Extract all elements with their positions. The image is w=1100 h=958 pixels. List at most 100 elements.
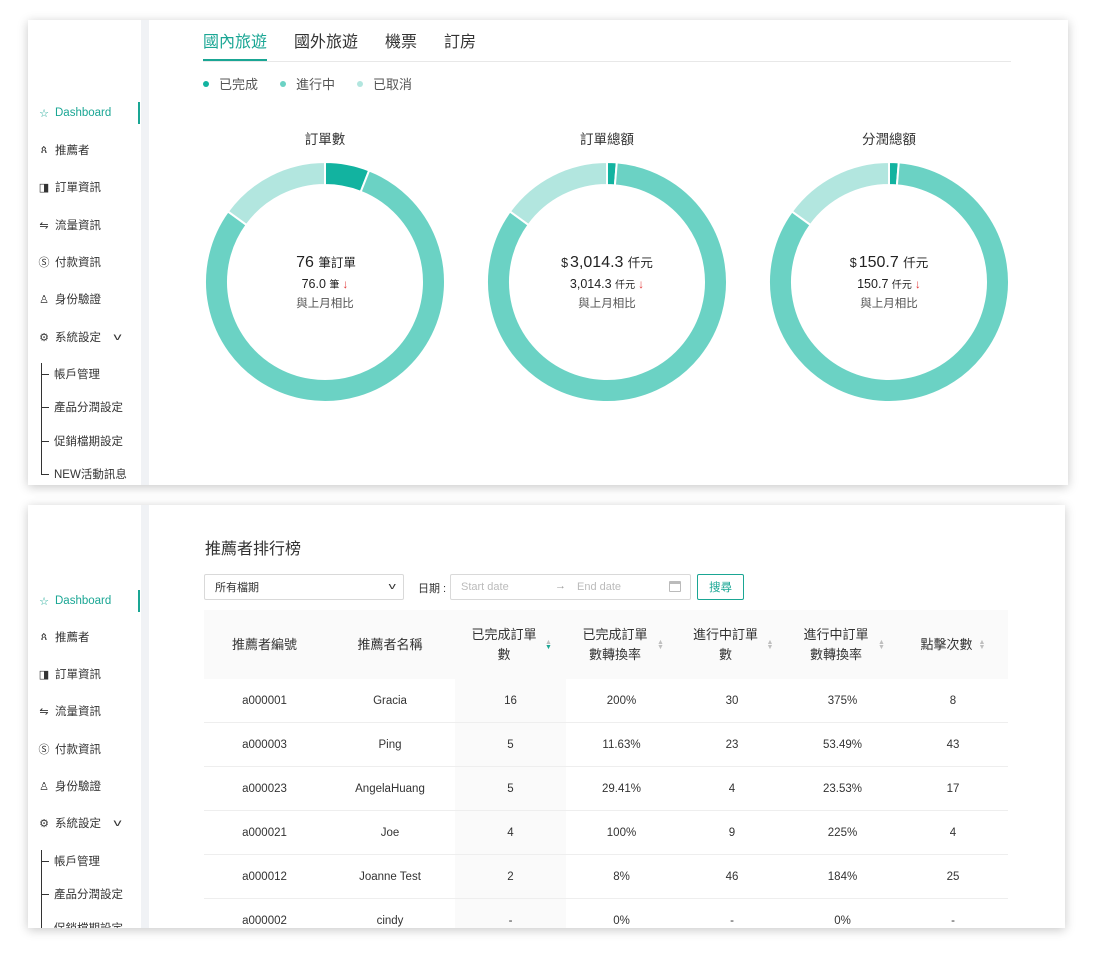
cell-in-progress-orders: - — [730, 914, 734, 927]
calendar-icon[interactable] — [669, 581, 681, 592]
tab-domestic-travel[interactable]: 國內旅遊 — [203, 28, 268, 61]
sidebar-item-verification[interactable]: ♙ 身份驗證 — [36, 288, 101, 310]
cell-in-progress-conversion: 225% — [827, 826, 858, 839]
swap-icon: ⇋ — [39, 219, 49, 232]
sub-item-promo-settings[interactable]: 促銷檔期設定 — [41, 431, 123, 451]
sub-item-accounts[interactable]: 帳戶管理 — [41, 364, 100, 384]
sidebar-item-payments[interactable]: Ⓢ 付款資訊 — [36, 251, 102, 273]
cell-in-progress-orders: 9 — [728, 826, 736, 839]
legend-item-in-progress: 進行中 — [280, 74, 335, 93]
sidebar: ☆ Dashboard ጰ 推薦者 ◨ 訂單資訊 ⇋ 流量資訊 Ⓢ 付款資訊 ♙ 身份驗證 … — [28, 505, 141, 928]
cell-clicks: - — [951, 914, 955, 927]
sidebar-item-settings[interactable]: ⚙ 系統設定 v — [36, 326, 122, 348]
user-icon: ♙ — [39, 293, 49, 306]
table-body: a000001 Gracia 16 200% 30 375% 8 a000003 Ping 5 11… — [204, 679, 1008, 928]
table-row: a000002 cindy - 0% - 0% - — [204, 899, 1008, 928]
sidebar-item-dashboard[interactable]: ☆ Dashboard — [36, 102, 111, 124]
sidebar-item-verification[interactable]: ♙ 身份驗證 — [36, 775, 101, 797]
segment-cancelled[interactable] — [226, 160, 326, 227]
cell-completed-orders: - — [508, 914, 513, 927]
column-header-completed-conversion[interactable]: 已完成訂單數轉換率 ▲ ▼ — [566, 610, 677, 679]
table-row: a000023 AngelaHuang 5 29.41% 4 23.53% 17 — [204, 767, 1008, 811]
cell-referrer-name: Joanne Test — [359, 870, 421, 883]
cell-referrer-name: cindy — [376, 914, 404, 927]
chevron-down-icon: v — [113, 331, 122, 343]
sidebar-divider — [141, 505, 149, 928]
cell-in-progress-orders: 23 — [725, 738, 739, 751]
tab-overseas-travel[interactable]: 國外旅遊 — [294, 28, 358, 61]
cell-in-progress-orders: 46 — [725, 870, 739, 883]
sidebar-item-referrers[interactable]: ጰ 推薦者 — [36, 139, 90, 161]
sort-icon[interactable]: ▲ ▼ — [878, 639, 885, 651]
cell-referrer-name: AngelaHuang — [355, 782, 425, 795]
chart-center-summary: $150.7 仟元 150.7 仟元 ↓ 與上月相比 — [767, 252, 1011, 311]
campaign-select[interactable]: 所有檔期 v — [204, 574, 404, 600]
chart-legend: 已完成 進行中 已取消 — [203, 74, 434, 93]
chevron-down-icon: v — [113, 817, 122, 829]
cell-referrer-name: Ping — [378, 738, 402, 751]
sidebar-divider — [141, 20, 149, 485]
cell-clicks: 8 — [949, 694, 957, 707]
category-tabs: 國內旅遊 國外旅遊 機票 訂房 — [203, 20, 1011, 62]
cell-in-progress-orders: 30 — [725, 694, 739, 707]
sub-item-accounts[interactable]: 帳戶管理 — [41, 851, 100, 871]
sub-item-new-events[interactable]: NEW活動訊息 — [41, 464, 127, 484]
sidebar-item-dashboard[interactable]: ☆ Dashboard — [36, 590, 111, 612]
previous-value: 150.7 — [857, 277, 889, 291]
sidebar-item-traffic[interactable]: ⇋ 流量資訊 — [36, 700, 101, 722]
segment-cancelled[interactable] — [508, 160, 608, 227]
sort-icon[interactable]: ▲ ▼ — [767, 639, 774, 651]
cell-referrer-id: a000001 — [242, 694, 287, 707]
column-header-completed-orders[interactable]: 已完成訂單數 ▲ ▼ — [455, 610, 566, 679]
cell-completed-conversion: 8% — [613, 870, 630, 883]
cell-completed-conversion: 0% — [613, 914, 630, 927]
chart-center-summary: $3,014.3 仟元 3,014.3 仟元 ↓ 與上月相比 — [485, 252, 729, 311]
start-date-input[interactable]: Start date — [461, 581, 509, 593]
column-header-referrer-name: 推薦者名稱 — [357, 636, 423, 652]
sidebar-item-referrers[interactable]: ጰ 推薦者 — [36, 626, 90, 648]
previous-value: 76.0 — [301, 277, 326, 291]
column-header-clicks[interactable]: 點擊次數 ▲ ▼ — [898, 610, 1008, 679]
segment-cancelled[interactable] — [790, 160, 890, 227]
cell-completed-conversion: 200% — [606, 694, 637, 707]
tab-hotel[interactable]: 訂房 — [444, 28, 476, 61]
cell-completed-orders: 16 — [504, 694, 517, 707]
cell-completed-conversion: 11.63% — [602, 738, 641, 751]
sub-item-profit-settings[interactable]: 產品分潤設定 — [41, 884, 123, 904]
cell-referrer-name: Joe — [380, 826, 400, 839]
tab-air-tickets[interactable]: 機票 — [385, 28, 417, 61]
cell-in-progress-conversion: 53.49% — [822, 738, 862, 751]
sort-icon[interactable]: ▲ ▼ — [545, 639, 552, 651]
table-row: a000003 Ping 5 11.63% 23 53.49% 43 — [204, 723, 1008, 767]
column-header-in-progress-orders[interactable]: 進行中訂單數 ▲ ▼ — [677, 610, 787, 679]
cell-completed-conversion: 100% — [606, 826, 637, 839]
search-button[interactable]: 搜尋 — [697, 574, 744, 600]
chart-title: 訂單總額 — [580, 132, 634, 147]
sort-icon[interactable]: ▲ ▼ — [979, 639, 986, 651]
cell-completed-orders: 2 — [507, 870, 514, 883]
date-range-picker[interactable]: Start date → End date — [450, 574, 691, 600]
sidebar-item-traffic[interactable]: ⇋ 流量資訊 — [36, 214, 101, 236]
sidebar-item-settings[interactable]: ⚙ 系統設定 v — [36, 812, 122, 834]
date-label: 日期 : — [418, 583, 447, 595]
comparison-note: 與上月相比 — [296, 298, 354, 310]
comparison-note: 與上月相比 — [578, 298, 636, 310]
chart-center-summary: 76 筆訂單 76.0 筆 ↓ 與上月相比 — [203, 252, 447, 311]
end-date-input[interactable]: End date — [577, 581, 621, 593]
cell-referrer-id: a000003 — [242, 738, 287, 751]
column-header-in-progress-conversion[interactable]: 進行中訂單數轉換率 ▲ ▼ — [787, 610, 898, 679]
sidebar-item-payments[interactable]: Ⓢ 付款資訊 — [36, 738, 102, 760]
cell-clicks: 43 — [946, 738, 960, 751]
total-value: 150.7 — [858, 254, 899, 271]
sub-item-profit-settings[interactable]: 產品分潤設定 — [41, 397, 123, 417]
swap-icon: ⇋ — [39, 705, 49, 718]
sidebar-item-orders[interactable]: ◨ 訂單資訊 — [36, 663, 101, 685]
sort-icon[interactable]: ▲ ▼ — [657, 639, 664, 651]
arrow-right-icon: → — [555, 580, 566, 592]
cell-clicks: 25 — [946, 870, 960, 883]
sub-item-promo-settings[interactable]: 促銷檔期設定 — [41, 918, 123, 928]
section-title: 推薦者排行榜 — [205, 541, 302, 558]
cell-in-progress-conversion: 23.53% — [822, 782, 862, 795]
sidebar-item-orders[interactable]: ◨ 訂單資訊 — [36, 176, 101, 198]
legend-item-completed: 已完成 — [203, 74, 258, 93]
